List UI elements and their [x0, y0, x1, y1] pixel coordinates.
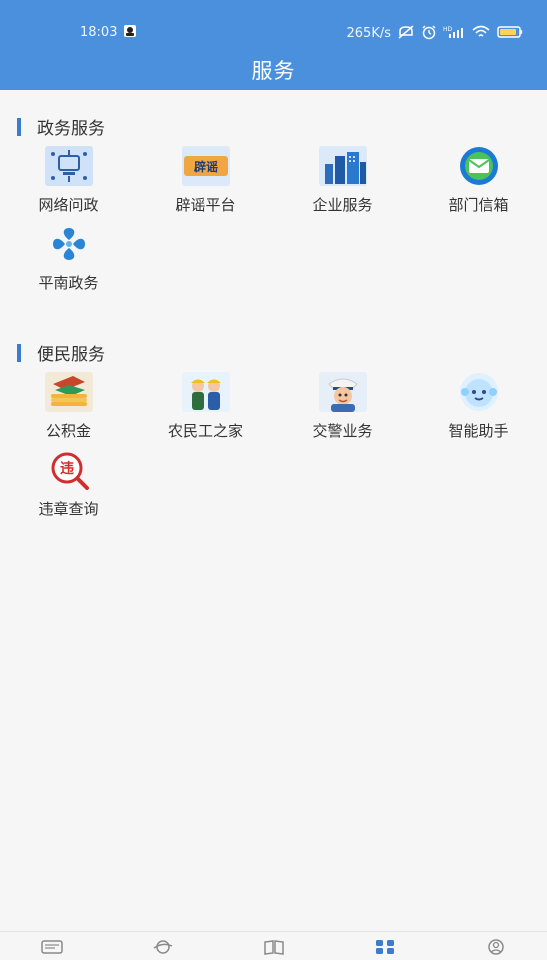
nav-profile[interactable] — [484, 938, 508, 956]
section-title-text: 政务服务 — [37, 119, 105, 139]
service-tile-provident-fund[interactable]: 公积金 — [0, 372, 137, 450]
wifi-icon — [471, 25, 491, 42]
app-header: 18:03 265K/s HD 服务 — [0, 0, 547, 90]
service-label: 智能助手 — [448, 422, 509, 440]
svg-text:HD: HD — [443, 26, 453, 33]
traffic-police-icon — [318, 372, 367, 412]
network-speed: 265K/s — [346, 26, 392, 41]
nav-services[interactable] — [373, 938, 397, 956]
pingnan-icon — [45, 224, 93, 264]
service-label: 平南政务 — [38, 274, 99, 292]
service-tile-mailbox[interactable]: 部门信箱 — [410, 146, 547, 224]
status-bar: 18:03 265K/s HD — [0, 0, 547, 41]
ai-assistant-icon — [455, 372, 503, 412]
service-tile-rumor-platform[interactable]: 辟谣 辟谣平台 — [137, 146, 274, 224]
section-accent-bar — [17, 343, 21, 362]
mailbox-icon — [455, 146, 503, 186]
service-label: 公积金 — [45, 422, 91, 440]
nav-read[interactable] — [262, 938, 286, 956]
service-label: 网络问政 — [38, 196, 99, 214]
nav-news[interactable] — [40, 938, 64, 956]
service-label: 交警业务 — [312, 422, 373, 440]
service-label: 农民工之家 — [167, 422, 243, 440]
service-label: 企业服务 — [312, 196, 373, 214]
section-title-citizen: 便民服务 — [17, 340, 105, 365]
nav-discover[interactable] — [151, 938, 175, 956]
service-tile-migrant-workers[interactable]: 农民工之家 — [137, 372, 274, 450]
mute-icon — [397, 25, 415, 42]
grid-icon — [376, 940, 394, 954]
enterprise-icon — [318, 146, 367, 186]
battery-icon — [497, 25, 523, 42]
service-tile-violation-query[interactable]: 违 违章查询 — [0, 450, 137, 528]
page-title: 服务 — [251, 59, 296, 83]
network-politics-icon — [44, 146, 93, 186]
alarm-icon — [421, 24, 437, 43]
service-tile-ai-assistant[interactable]: 智能助手 — [410, 372, 547, 450]
section-accent-bar — [17, 117, 21, 136]
service-label: 辟谣平台 — [175, 196, 236, 214]
rumor-platform-icon: 辟谣 — [181, 146, 230, 186]
news-icon — [41, 940, 63, 954]
svg-text:违: 违 — [60, 460, 74, 477]
book-icon — [264, 940, 284, 955]
planet-icon — [153, 940, 173, 954]
service-tile-enterprise[interactable]: 企业服务 — [274, 146, 411, 224]
section-title-text: 便民服务 — [37, 345, 105, 365]
profile-icon — [488, 939, 504, 955]
service-tile-traffic-police[interactable]: 交警业务 — [274, 372, 411, 450]
migrant-workers-icon — [181, 372, 230, 412]
bottom-nav — [0, 931, 547, 960]
section-title-government: 政务服务 — [17, 114, 105, 139]
avatar-icon — [123, 24, 137, 41]
status-time: 18:03 — [80, 25, 118, 40]
service-tile-network-politics[interactable]: 网络问政 — [0, 146, 137, 224]
svg-text:辟谣: 辟谣 — [193, 159, 217, 174]
service-label: 部门信箱 — [448, 196, 509, 214]
status-right: 265K/s HD — [347, 24, 524, 43]
status-time-group: 18:03 — [80, 24, 137, 41]
provident-fund-icon — [44, 372, 93, 412]
hd-signal-icon: HD — [443, 25, 465, 42]
service-label: 违章查询 — [38, 500, 99, 518]
violation-query-icon: 违 — [45, 450, 93, 490]
service-tile-pingnan[interactable]: 平南政务 — [0, 224, 137, 302]
